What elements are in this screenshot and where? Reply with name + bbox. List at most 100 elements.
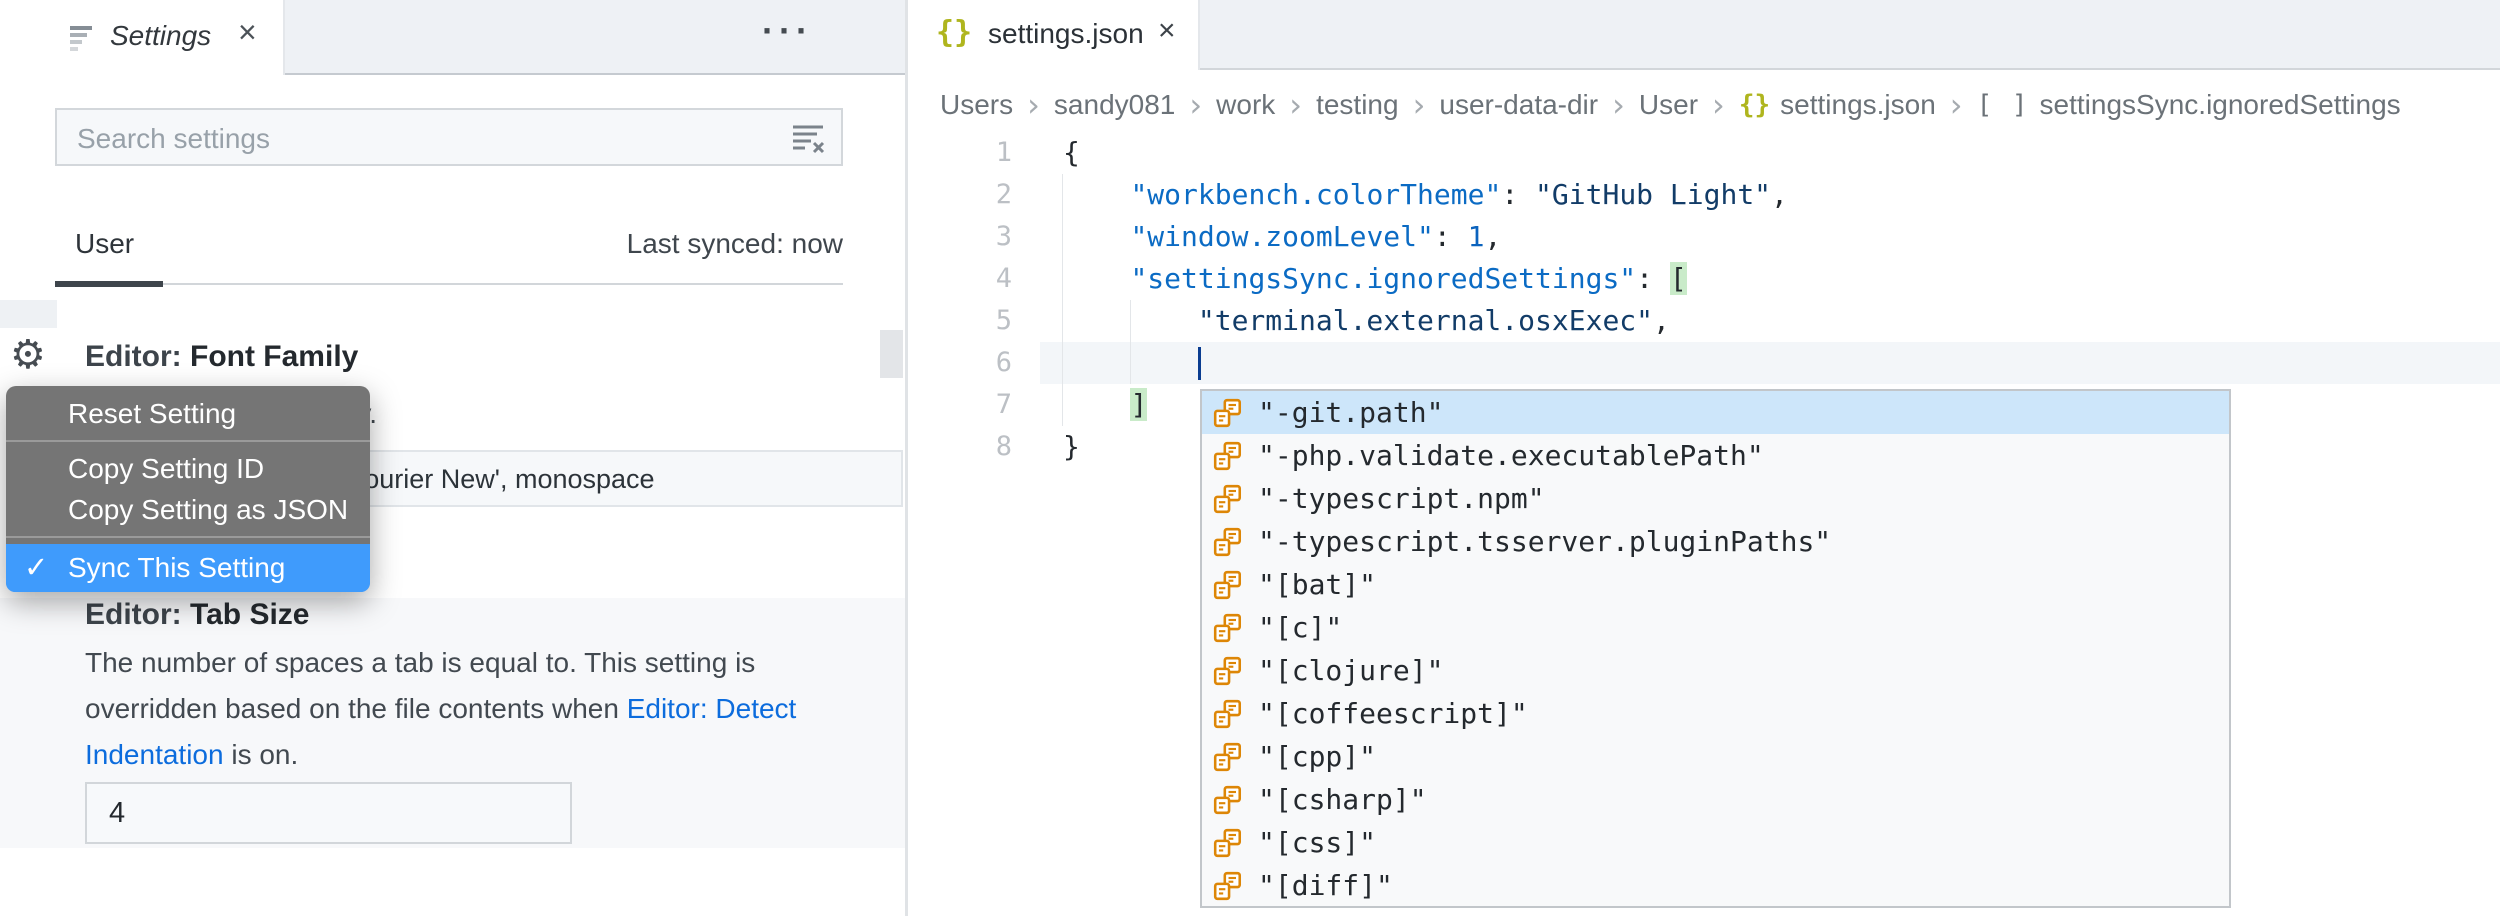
array-symbol-icon: [ ]: [1977, 90, 2030, 120]
more-actions-icon[interactable]: ···: [762, 10, 813, 52]
property-icon: [1212, 655, 1244, 687]
breadcrumb-item-user-data-dir[interactable]: user-data-dir: [1439, 89, 1598, 121]
code-token: :: [1636, 262, 1670, 295]
property-icon: [1212, 397, 1244, 429]
scope-underline-active: [55, 281, 163, 287]
search-settings-input[interactable]: Search settings: [55, 108, 843, 166]
tab-settings-label[interactable]: Settings: [110, 20, 211, 52]
line-number: 4: [908, 258, 1012, 300]
code-token: [1063, 178, 1130, 211]
code-token: }: [1063, 430, 1080, 463]
toc-row-remnant: [0, 300, 57, 328]
code-line[interactable]: [1063, 342, 1788, 384]
code-token: [1063, 262, 1130, 295]
suggest-item[interactable]: "[c]": [1202, 606, 2229, 649]
code-token: ,: [1484, 220, 1501, 253]
breadcrumb-separator-icon: ›: [1612, 86, 1625, 124]
code-token: ]: [1130, 388, 1147, 421]
code-token: "workbench.colorTheme": [1130, 178, 1501, 211]
suggest-item-label: "[bat]": [1258, 568, 1376, 601]
property-icon: [1212, 569, 1244, 601]
code-token: [1063, 388, 1130, 421]
suggest-item[interactable]: "[cpp]": [1202, 735, 2229, 778]
menu-item-copy-setting-as-json[interactable]: Copy Setting as JSON: [6, 489, 370, 530]
code-token: "terminal.external.osxExec": [1198, 304, 1653, 337]
breadcrumb-separator-icon: ›: [1413, 86, 1426, 124]
suggest-item[interactable]: "[css]": [1202, 821, 2229, 864]
suggest-item[interactable]: "-typescript.tsserver.pluginPaths": [1202, 520, 2229, 563]
line-number: 1: [908, 132, 1012, 174]
setting-category: Editor:: [85, 340, 182, 373]
clear-filters-icon[interactable]: [789, 119, 829, 159]
code-token: :: [1501, 178, 1535, 211]
tab-size-value: 4: [109, 784, 125, 842]
gear-icon[interactable]: ⚙: [10, 332, 46, 378]
property-icon: [1212, 827, 1244, 859]
suggest-item[interactable]: "[bat]": [1202, 563, 2229, 606]
code-line[interactable]: "settingsSync.ignoredSettings": [: [1063, 258, 1788, 300]
menu-item-copy-setting-id[interactable]: Copy Setting ID: [6, 448, 370, 489]
suggest-item[interactable]: "-php.validate.executablePath": [1202, 434, 2229, 477]
code-token: :: [1434, 220, 1468, 253]
suggest-item-label: "-typescript.npm": [1258, 482, 1545, 515]
tab-settings-json-close-icon[interactable]: ×: [1158, 14, 1176, 48]
line-number: 8: [908, 426, 1012, 468]
suggest-item-label: "[csharp]": [1258, 783, 1427, 816]
code-line[interactable]: "window.zoomLevel": 1,: [1063, 216, 1788, 258]
breadcrumb-item-testing[interactable]: testing: [1316, 89, 1399, 121]
code-token: "window.zoomLevel": [1130, 220, 1433, 253]
code-line[interactable]: "terminal.external.osxExec",: [1063, 300, 1788, 342]
breadcrumb-separator-icon: ›: [1027, 86, 1040, 124]
tab-size-input[interactable]: 4: [85, 782, 572, 844]
search-settings-placeholder: Search settings: [77, 123, 270, 155]
suggest-item-label: "[cpp]": [1258, 740, 1376, 773]
breadcrumb-item-user[interactable]: User: [1639, 89, 1698, 121]
json-file-icon: {}: [936, 15, 972, 50]
suggest-item[interactable]: "[diff]": [1202, 864, 2229, 907]
property-icon: [1212, 483, 1244, 515]
menu-separator: [6, 440, 370, 442]
suggest-item-label: "[coffeescript]": [1258, 697, 1528, 730]
breadcrumb-item-work[interactable]: work: [1216, 89, 1275, 121]
tab-settings-json-label[interactable]: settings.json: [988, 18, 1144, 50]
code-line[interactable]: "workbench.colorTheme": "GitHub Light",: [1063, 174, 1788, 216]
breadcrumb-item-sandy081[interactable]: sandy081: [1054, 89, 1175, 121]
breadcrumb-item-settingssync-ignoredsettings[interactable]: [ ]settingsSync.ignoredSettings: [1977, 89, 2401, 121]
line-number: 5: [908, 300, 1012, 342]
breadcrumb-separator-icon: ›: [1289, 86, 1302, 124]
checkmark-icon: ✓: [24, 544, 48, 592]
code-line[interactable]: {: [1063, 132, 1788, 174]
context-menu: Reset Setting Copy Setting IDCopy Setting…: [6, 386, 370, 592]
suggest-item[interactable]: "[coffeescript]": [1202, 692, 2229, 735]
suggest-item[interactable]: "-git.path": [1202, 391, 2229, 434]
suggest-item[interactable]: "[clojure]": [1202, 649, 2229, 692]
property-icon: [1212, 870, 1244, 902]
code-token: "GitHub Light": [1535, 178, 1771, 211]
json-symbol-icon: {}: [1739, 90, 1770, 120]
property-icon: [1212, 698, 1244, 730]
suggest-item[interactable]: "[csharp]": [1202, 778, 2229, 821]
scope-tab-user[interactable]: User: [75, 228, 134, 260]
breadcrumb-item-settings-json[interactable]: {}settings.json: [1739, 89, 1936, 121]
breadcrumb-separator-icon: ›: [1189, 86, 1202, 124]
menu-separator: [6, 536, 370, 538]
code-token: [1063, 220, 1130, 253]
settings-list-icon: [70, 26, 100, 52]
tab-settings-json[interactable]: {} settings.json ×: [908, 0, 1200, 70]
breadcrumb-item-users[interactable]: Users: [940, 89, 1013, 121]
menu-item-reset-setting[interactable]: Reset Setting: [6, 393, 370, 434]
property-icon: [1212, 784, 1244, 816]
line-number: 6: [908, 342, 1012, 384]
scrollbar-thumb[interactable]: [880, 330, 903, 378]
line-number: 3: [908, 216, 1012, 258]
settings-tabbar-border: [285, 73, 905, 75]
tab-settings-close-icon[interactable]: ×: [238, 16, 257, 48]
setting-category: Editor:: [85, 598, 182, 631]
code-token: 1: [1468, 220, 1485, 253]
line-number: 7: [908, 384, 1012, 426]
menu-item-sync-this-setting[interactable]: ✓Sync This Setting: [6, 544, 370, 592]
suggest-item[interactable]: "-typescript.npm": [1202, 477, 2229, 520]
breadcrumb-separator-icon: ›: [1712, 86, 1725, 124]
property-icon: [1212, 612, 1244, 644]
code-token: ,: [1771, 178, 1788, 211]
